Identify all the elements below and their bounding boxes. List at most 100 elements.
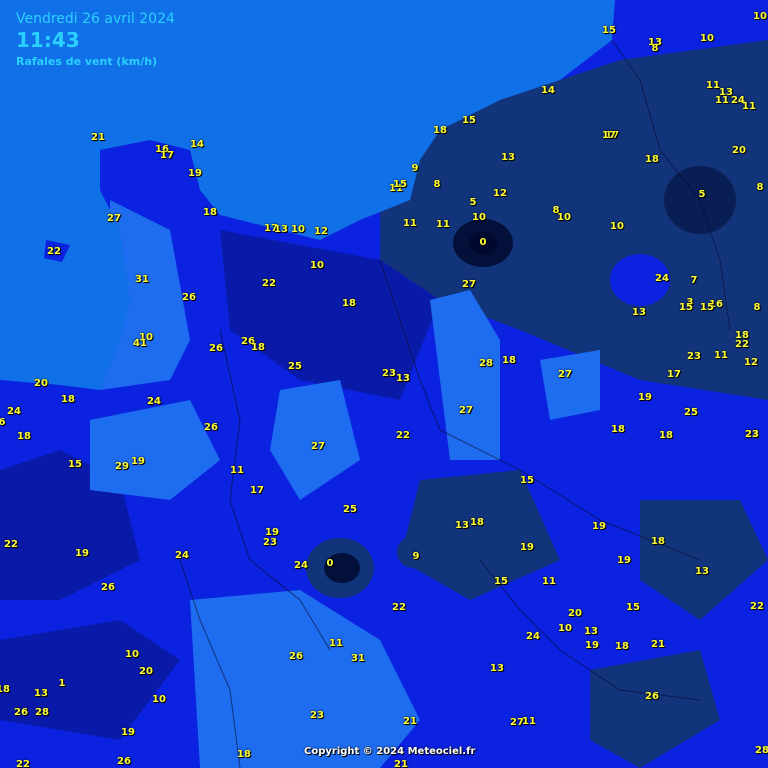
station-gust-value: 10 <box>558 623 572 634</box>
station-gust-value: 11 <box>542 576 556 587</box>
station-gust-value: 24 <box>655 273 669 284</box>
station-gust-value: 23 <box>382 368 396 379</box>
station-gust-value: 10 <box>753 11 767 22</box>
station-gust-value: 10 <box>310 260 324 271</box>
station-gust-value: 24 <box>147 396 161 407</box>
station-gust-value: 26 <box>101 582 115 593</box>
station-gust-value: 19 <box>520 542 534 553</box>
station-gust-value: 27 <box>311 441 325 452</box>
station-gust-value: 19 <box>121 727 135 738</box>
station-gust-value: 21 <box>91 132 105 143</box>
station-gust-value: 31 <box>135 274 149 285</box>
station-gust-value: 13 <box>396 373 410 384</box>
weather-map: Vendredi 26 avril 2024 11:43 Rafales de … <box>0 0 768 768</box>
station-gust-value: 6 <box>0 417 6 428</box>
station-gust-value: 13 <box>274 224 288 235</box>
station-gust-value: 18 <box>502 355 516 366</box>
station-gust-value: 19 <box>617 555 631 566</box>
station-gust-value: 28 <box>755 745 768 756</box>
station-gust-value: 19 <box>638 392 652 403</box>
station-gust-value: 19 <box>592 521 606 532</box>
station-gust-value: 26 <box>209 343 223 354</box>
station-gust-value: 11 <box>403 218 417 229</box>
station-gust-value: 22 <box>4 539 18 550</box>
station-gust-value: 22 <box>47 246 61 257</box>
station-gust-value: 15 <box>393 179 407 190</box>
station-gust-value: 17 <box>667 369 681 380</box>
station-gust-value: 13 <box>584 626 598 637</box>
station-gust-value: 23 <box>310 710 324 721</box>
station-gust-value: 11 <box>436 219 450 230</box>
station-gust-value: 26 <box>117 756 131 767</box>
station-gust-value: 31 <box>351 653 365 664</box>
station-gust-value: 27 <box>107 213 121 224</box>
station-gust-value: 18 <box>651 536 665 547</box>
station-gust-value: 19 <box>131 456 145 467</box>
station-gust-value: 41 <box>133 338 147 349</box>
station-gust-value: 23 <box>263 537 277 548</box>
station-gust-value: 10 <box>610 221 624 232</box>
station-gust-value: 20 <box>568 608 582 619</box>
station-gust-value: 10 <box>472 212 486 223</box>
station-gust-value: 15 <box>462 115 476 126</box>
station-gust-value: 25 <box>288 361 302 372</box>
station-gust-value: 8 <box>756 182 764 193</box>
station-gust-value: 15 <box>626 602 640 613</box>
station-gust-value: 18 <box>611 424 625 435</box>
station-gust-value: 14 <box>190 139 204 150</box>
station-gust-value: 18 <box>203 207 217 218</box>
station-gust-value: 11 <box>714 350 728 361</box>
station-gust-value: 18 <box>470 517 484 528</box>
station-gust-value: 18 <box>251 342 265 353</box>
station-gust-value: 12 <box>314 226 328 237</box>
station-gust-value: 21 <box>651 639 665 650</box>
station-gust-value: 18 <box>645 154 659 165</box>
station-gust-value: 26 <box>289 651 303 662</box>
station-gust-value: 10 <box>557 212 571 223</box>
station-gust-value: 9 <box>411 163 419 174</box>
station-gust-value: 26 <box>645 691 659 702</box>
station-gust-value: 22 <box>750 601 764 612</box>
station-gust-value: 14 <box>541 85 555 96</box>
station-gust-value: 28 <box>35 707 49 718</box>
station-gust-value: 28 <box>479 358 493 369</box>
station-gust-value: 13 <box>490 663 504 674</box>
station-gust-value: 7 <box>690 275 698 286</box>
station-gust-value: 17 <box>160 150 174 161</box>
station-gust-value: 20 <box>139 666 153 677</box>
map-header: Vendredi 26 avril 2024 11:43 Rafales de … <box>16 10 175 70</box>
station-gust-value: 13 <box>455 520 469 531</box>
station-gust-value: 23 <box>745 429 759 440</box>
station-gust-value: 8 <box>651 43 659 54</box>
station-gust-value: 13 <box>632 307 646 318</box>
station-gust-value: 10 <box>125 649 139 660</box>
station-gust-value: 29 <box>115 461 129 472</box>
station-gust-value: 27 <box>459 405 473 416</box>
gust-contour-map <box>0 0 768 768</box>
station-gust-value: 15 <box>679 302 693 313</box>
station-gust-value: 8 <box>753 302 761 313</box>
station-gust-value: 18 <box>0 684 10 695</box>
station-gust-value: 18 <box>237 749 251 760</box>
station-gust-value: 26 <box>204 422 218 433</box>
station-gust-value: 15 <box>700 302 714 313</box>
station-gust-value: 24 <box>526 631 540 642</box>
station-gust-value: 18 <box>433 125 447 136</box>
forecast-time: 11:43 <box>16 28 80 52</box>
station-gust-value: 0 <box>326 558 334 569</box>
station-gust-value: 15 <box>68 459 82 470</box>
forecast-date: Vendredi 26 avril 2024 <box>16 11 175 27</box>
station-gust-value: 26 <box>14 707 28 718</box>
station-gust-value: 11 <box>706 80 720 91</box>
station-gust-value: 5 <box>469 197 477 208</box>
station-gust-value: 22 <box>392 602 406 613</box>
station-gust-value: 23 <box>687 351 701 362</box>
station-gust-value: 18 <box>342 298 356 309</box>
station-gust-value: 22 <box>262 278 276 289</box>
station-gust-value: 21 <box>394 759 408 768</box>
station-gust-value: 22 <box>396 430 410 441</box>
station-gust-value: 11 <box>230 465 244 476</box>
station-gust-value: 8 <box>433 179 441 190</box>
station-gust-value: 20 <box>732 145 746 156</box>
station-gust-value: 15 <box>520 475 534 486</box>
